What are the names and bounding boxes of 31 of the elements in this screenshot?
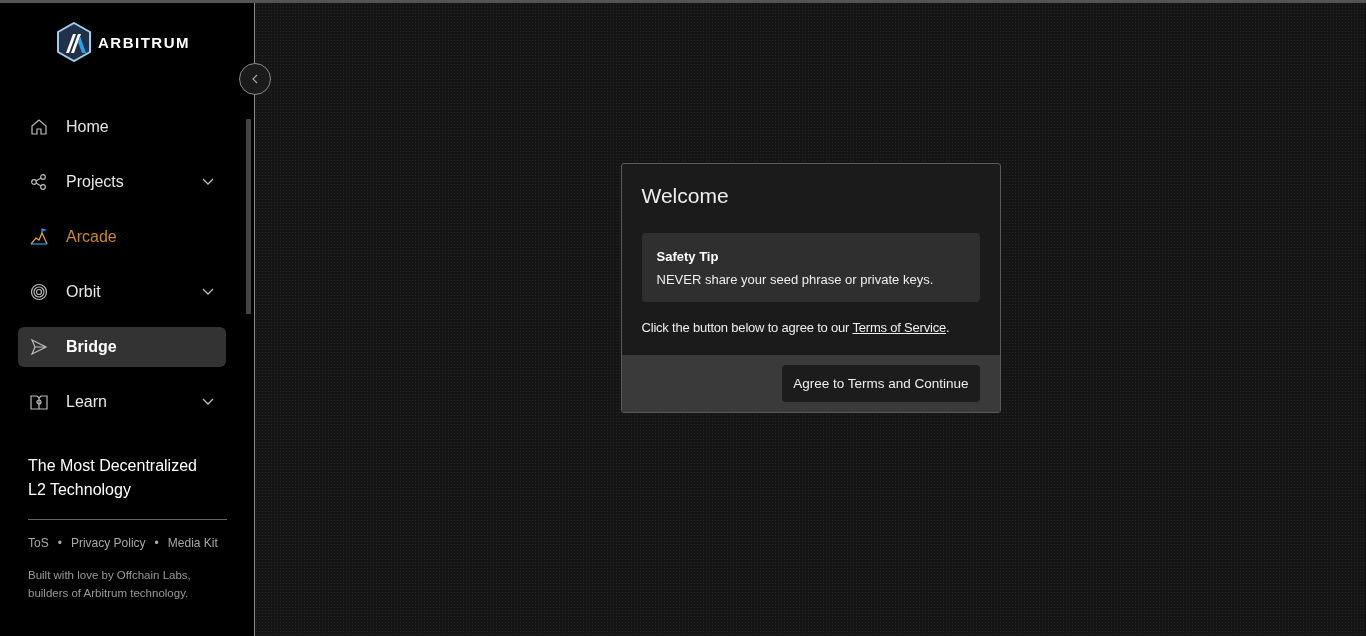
hexagon-logo-icon: [56, 22, 92, 62]
tip-text: NEVER share your seed phrase or private keys.: [656, 272, 935, 287]
separator-dot: •: [154, 536, 159, 550]
paper-plane-icon: [30, 338, 48, 356]
chevron-down-icon: [202, 288, 214, 296]
collapse-sidebar-button[interactable]: [239, 63, 271, 95]
agreement-text: Click the button below to agree to our Terms of Service.: [641, 320, 951, 335]
nav-item[interactable]: Learn: [18, 382, 226, 422]
chevron-down-icon: [202, 398, 214, 406]
nav-item[interactable]: Bridge: [18, 327, 226, 367]
target-rings-icon: [30, 283, 48, 301]
logo-wordmark[interactable]: ARBITRUM: [98, 33, 190, 51]
nav-item[interactable]: Home: [18, 107, 226, 147]
credits-text: Built with love by Offchain Labs, builders of Arbitrum technology.: [28, 568, 192, 601]
dialog-title: Welcome: [641, 184, 730, 208]
agree-button[interactable]: Agree to Terms and Continue: [782, 365, 980, 402]
footer-link[interactable]: Media Kit: [167, 536, 218, 550]
share-nodes-icon: [30, 173, 48, 191]
footer-link[interactable]: ToS: [28, 536, 49, 550]
home-icon: [30, 118, 48, 136]
footer-link[interactable]: Privacy Policy: [70, 536, 146, 550]
chevron-left-icon: [251, 74, 259, 84]
tagline: The Most Decentralized L2 Technology: [28, 456, 198, 500]
chevron-down-icon: [202, 178, 214, 186]
separator-dot: •: [57, 536, 62, 550]
tip-heading: Safety Tip: [656, 249, 720, 264]
mountain-flag-icon: [30, 228, 48, 246]
book-icon: [30, 393, 48, 411]
nav-item[interactable]: Orbit: [18, 272, 226, 312]
nav-item[interactable]: Arcade: [18, 217, 226, 257]
nav-item[interactable]: Projects: [18, 162, 226, 202]
